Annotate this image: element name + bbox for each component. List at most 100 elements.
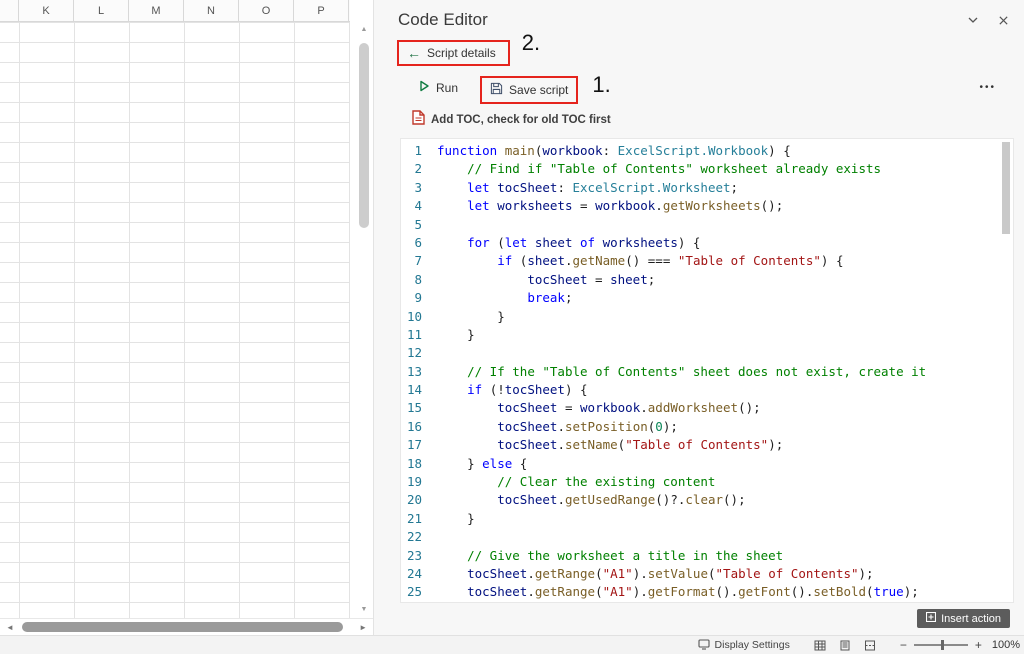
line-number: 15	[401, 399, 422, 417]
code-editor[interactable]: 1 function main(workbook: ExcelScript.Wor…	[400, 138, 1014, 603]
code-line-9[interactable]: 9 break;	[401, 289, 1013, 307]
line-content: let worksheets = workbook.getWorksheets(…	[437, 197, 783, 215]
vertical-scrollbar-thumb[interactable]	[359, 43, 369, 228]
code-line-15[interactable]: 15 tocSheet = workbook.addWorksheet();	[401, 399, 1013, 417]
column-header-l[interactable]: L	[74, 0, 129, 21]
line-number: 24	[401, 565, 422, 583]
save-icon	[490, 82, 503, 98]
page-layout-view-button[interactable]	[839, 640, 851, 651]
line-content: for (let sheet of worksheets) {	[437, 234, 700, 252]
code-line-12[interactable]: 12	[401, 344, 1013, 362]
code-line-2[interactable]: 2 // Find if "Table of Contents" workshe…	[401, 160, 1013, 178]
line-number: 17	[401, 436, 422, 454]
code-line-3[interactable]: 3 let tocSheet: ExcelScript.Worksheet;	[401, 179, 1013, 197]
script-title-row: Add TOC, check for old TOC first	[374, 110, 1024, 130]
line-content: // If the "Table of Contents" sheet does…	[437, 363, 926, 381]
vertical-scrollbar[interactable]: ▲ ▼	[357, 23, 371, 617]
code-line-7[interactable]: 7 if (sheet.getName() === "Table of Cont…	[401, 252, 1013, 270]
code-line-13[interactable]: 13 // If the "Table of Contents" sheet d…	[401, 363, 1013, 381]
line-number: 21	[401, 510, 422, 528]
code-line-8[interactable]: 8 tocSheet = sheet;	[401, 271, 1013, 289]
column-header-m[interactable]: M	[129, 0, 184, 21]
zoom-in-button[interactable]: +	[975, 640, 982, 650]
code-line-1[interactable]: 1 function main(workbook: ExcelScript.Wor…	[401, 142, 1013, 160]
page-break-view-button[interactable]	[864, 640, 876, 651]
code-line-18[interactable]: 18 } else {	[401, 455, 1013, 473]
line-number: 8	[401, 271, 422, 289]
scroll-down-icon[interactable]: ▼	[361, 605, 368, 615]
line-number: 19	[401, 473, 422, 491]
more-options-button[interactable]: •••	[979, 82, 996, 93]
script-details-button[interactable]: ← Script details	[399, 42, 508, 64]
scroll-left-icon[interactable]: ◄	[0, 623, 20, 632]
column-headers: KLMNOP	[0, 0, 350, 22]
line-content: break;	[437, 289, 572, 307]
code-line-20[interactable]: 20 tocSheet.getUsedRange()?.clear();	[401, 491, 1013, 509]
code-line-21[interactable]: 21 }	[401, 510, 1013, 528]
line-number: 16	[401, 418, 422, 436]
code-line-22[interactable]: 22	[401, 528, 1013, 546]
save-script-button[interactable]: Save script	[482, 78, 576, 102]
code-line-19[interactable]: 19 // Clear the existing content	[401, 473, 1013, 491]
code-line-11[interactable]: 11 }	[401, 326, 1013, 344]
line-number: 2	[401, 160, 422, 178]
zoom-percentage[interactable]: 100%	[992, 639, 1020, 651]
pane-title: Code Editor	[398, 10, 488, 30]
vertical-scrollbar-track[interactable]	[357, 35, 371, 605]
close-icon[interactable]	[996, 13, 1010, 27]
insert-action-button[interactable]: Insert action	[917, 609, 1010, 628]
scroll-up-icon[interactable]: ▲	[361, 25, 368, 35]
normal-view-button[interactable]	[814, 640, 826, 651]
line-number: 5	[401, 216, 422, 234]
chevron-down-icon[interactable]	[966, 13, 980, 27]
code-line-17[interactable]: 17 tocSheet.setName("Table of Contents")…	[401, 436, 1013, 454]
display-settings-button[interactable]: Display Settings	[698, 638, 790, 653]
code-line-14[interactable]: 14 if (!tocSheet) {	[401, 381, 1013, 399]
column-header-k[interactable]: K	[19, 0, 74, 21]
code-line-10[interactable]: 10 }	[401, 308, 1013, 326]
line-content: if (!tocSheet) {	[437, 381, 588, 399]
scroll-right-icon[interactable]: ►	[353, 623, 373, 632]
line-number: 1	[401, 142, 422, 160]
code-line-6[interactable]: 6 for (let sheet of worksheets) {	[401, 234, 1013, 252]
line-number: 7	[401, 252, 422, 270]
column-header-p[interactable]: P	[294, 0, 349, 21]
zoom-slider[interactable]	[914, 644, 968, 646]
column-header-o[interactable]: O	[239, 0, 294, 21]
line-content: tocSheet = sheet;	[437, 271, 655, 289]
horizontal-scrollbar[interactable]: ◄ ►	[0, 618, 373, 635]
line-content: if (sheet.getName() === "Table of Conten…	[437, 252, 843, 270]
run-button[interactable]: Run	[410, 76, 466, 99]
line-content: function main(workbook: ExcelScript.Work…	[437, 142, 791, 160]
script-name: Add TOC, check for old TOC first	[431, 114, 611, 126]
insert-action-icon	[926, 612, 936, 625]
line-content: tocSheet.setPosition(0);	[437, 418, 678, 436]
column-header-n[interactable]: N	[184, 0, 239, 21]
code-line-25[interactable]: 25 tocSheet.getRange("A1").getFormat().g…	[401, 583, 1013, 601]
horizontal-scrollbar-track[interactable]	[20, 619, 353, 635]
code-line-23[interactable]: 23 // Give the worksheet a title in the …	[401, 547, 1013, 565]
line-number: 14	[401, 381, 422, 399]
horizontal-scrollbar-thumb[interactable]	[22, 622, 343, 632]
zoom-slider-thumb[interactable]	[941, 640, 944, 650]
run-label: Run	[436, 81, 458, 95]
code-line-4[interactable]: 4 let worksheets = workbook.getWorksheet…	[401, 197, 1013, 215]
code-line-24[interactable]: 24 tocSheet.getRange("A1").setValue("Tab…	[401, 565, 1013, 583]
annotation-step-2: 2.	[522, 30, 540, 56]
run-icon	[418, 80, 430, 95]
worksheet-grid[interactable]	[0, 22, 350, 618]
code-lines: 1 function main(workbook: ExcelScript.Wor…	[401, 142, 1013, 603]
line-content: // Clear the existing content	[437, 473, 715, 491]
line-number: 22	[401, 528, 422, 546]
code-line-5[interactable]: 5	[401, 216, 1013, 234]
code-line-16[interactable]: 16 tocSheet.setPosition(0);	[401, 418, 1013, 436]
code-line-26[interactable]: 26	[401, 602, 1013, 603]
worksheet-area: KLMNOP ◄ ► ▲ ▼	[0, 0, 373, 635]
line-content: tocSheet.getUsedRange()?.clear();	[437, 491, 746, 509]
annotation-box-step1: Save script	[480, 76, 578, 104]
editor-scrollbar-thumb[interactable]	[1002, 142, 1010, 234]
editor-scrollbar[interactable]	[1002, 142, 1010, 599]
zoom-out-button[interactable]: −	[900, 640, 907, 650]
line-content: tocSheet.setName("Table of Contents");	[437, 436, 783, 454]
line-number: 12	[401, 344, 422, 362]
